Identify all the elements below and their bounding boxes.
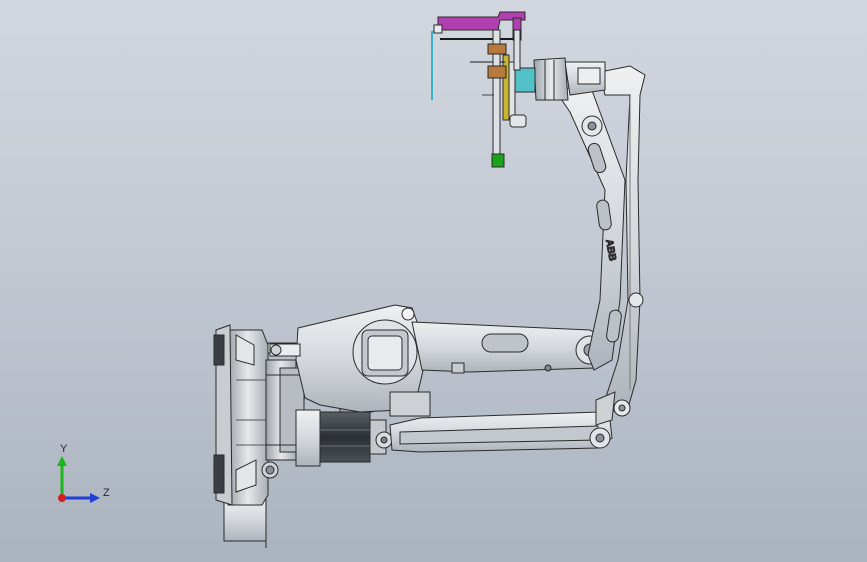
wrist-assembly — [533, 57, 606, 101]
y-axis-arrowhead — [57, 456, 67, 466]
triad-z-label: Z — [103, 487, 110, 499]
robot-arm-model[interactable]: ABB — [0, 0, 867, 562]
robot-base — [213, 324, 305, 548]
horizontal-link — [411, 321, 609, 374]
axis-triad — [57, 456, 100, 503]
vertical-forearm: ABB — [554, 84, 626, 371]
parallel-tie-rod — [389, 411, 613, 453]
cad-graphics-viewport[interactable]: ABB Y Z — [0, 0, 867, 562]
origin-dot — [58, 494, 66, 502]
z-axis-arrowhead — [90, 493, 100, 503]
triad-y-label: Y — [60, 443, 68, 455]
